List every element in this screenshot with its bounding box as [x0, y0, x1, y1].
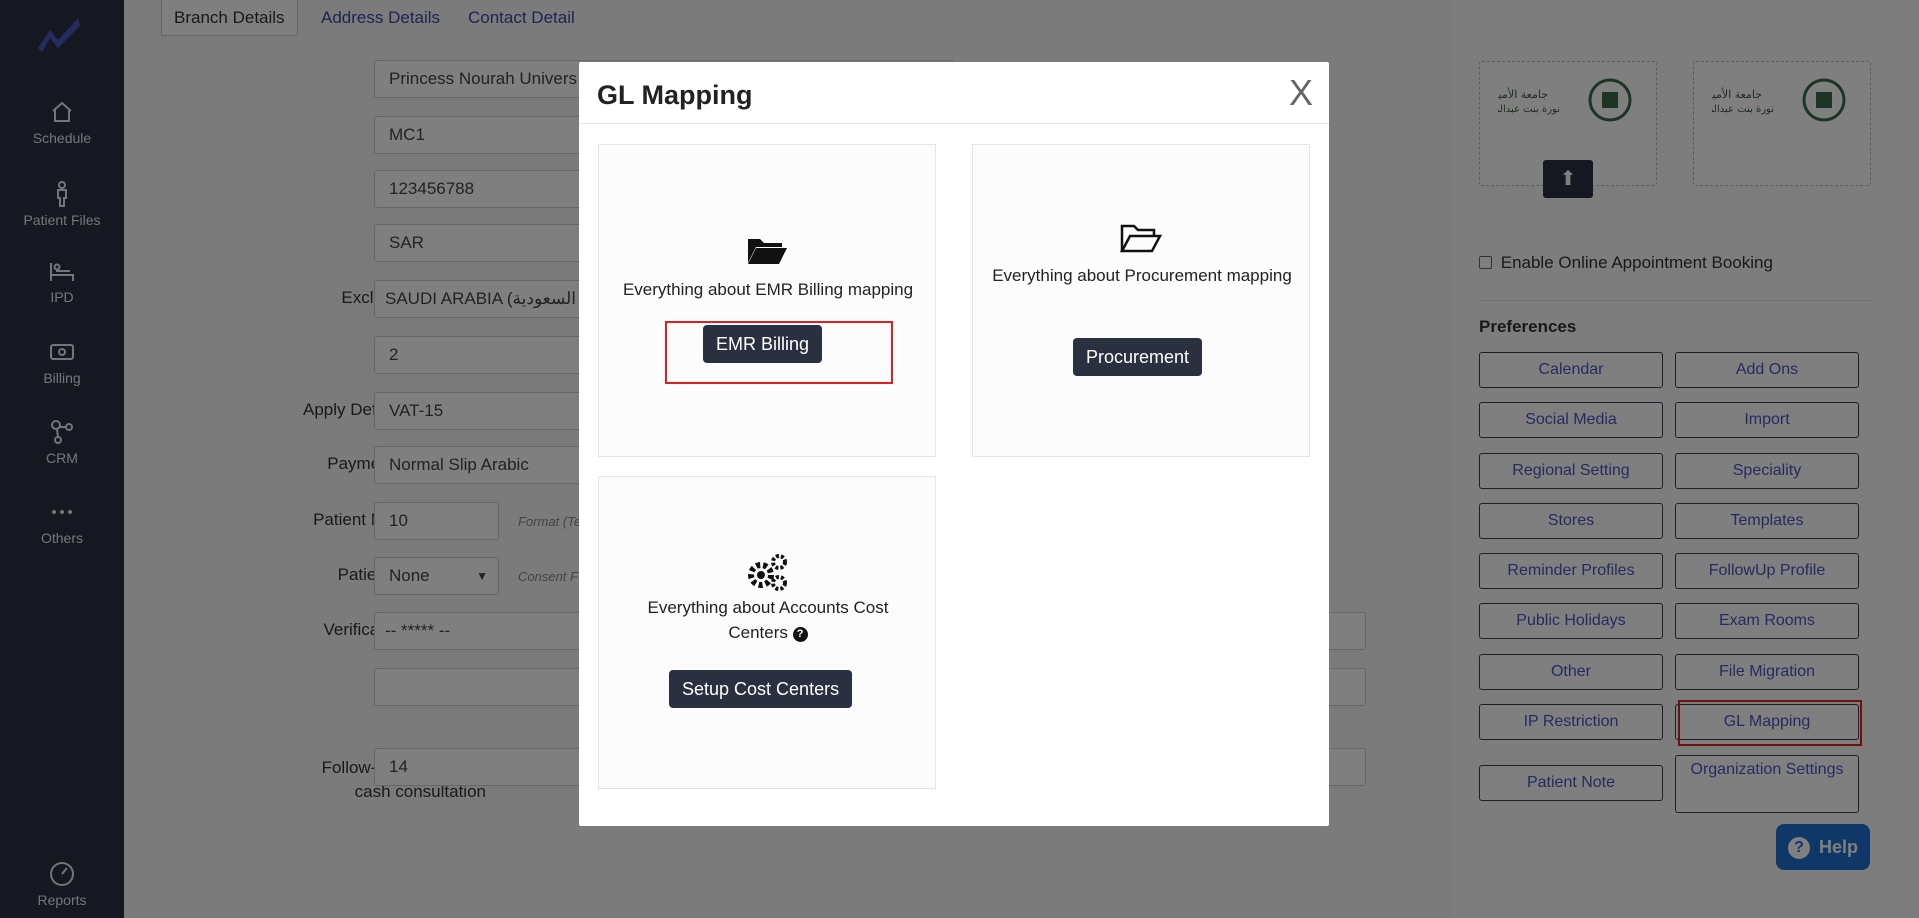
folder-open-outline-icon: [973, 223, 1309, 258]
cost-centers-text: Everything about Accounts Cost Centers: [647, 598, 889, 642]
modal-header: GL Mapping X: [579, 62, 1329, 124]
question-circle-icon[interactable]: ?: [792, 627, 808, 642]
gears-icon: [599, 553, 935, 596]
close-button[interactable]: X: [1289, 72, 1313, 114]
emr-billing-card: Everything about EMR Billing mapping EMR…: [598, 144, 936, 457]
emr-billing-description: Everything about EMR Billing mapping: [622, 280, 914, 299]
procurement-button[interactable]: Procurement: [1073, 338, 1203, 376]
emr-billing-highlight: [665, 321, 893, 384]
cost-centers-card: Everything about Accounts Cost Centers ?…: [598, 476, 936, 789]
modal-title: GL Mapping: [597, 80, 753, 110]
gl-mapping-modal: GL Mapping X Everything about EMR Billin…: [579, 62, 1329, 826]
folder-open-filled-icon: [599, 235, 935, 270]
procurement-description: Everything about Procurement mapping: [992, 266, 1292, 285]
cost-centers-description: Everything about Accounts Cost Centers ?: [609, 595, 927, 645]
setup-cost-centers-button[interactable]: Setup Cost Centers: [669, 670, 853, 708]
procurement-card: Everything about Procurement mapping Pro…: [972, 144, 1310, 457]
